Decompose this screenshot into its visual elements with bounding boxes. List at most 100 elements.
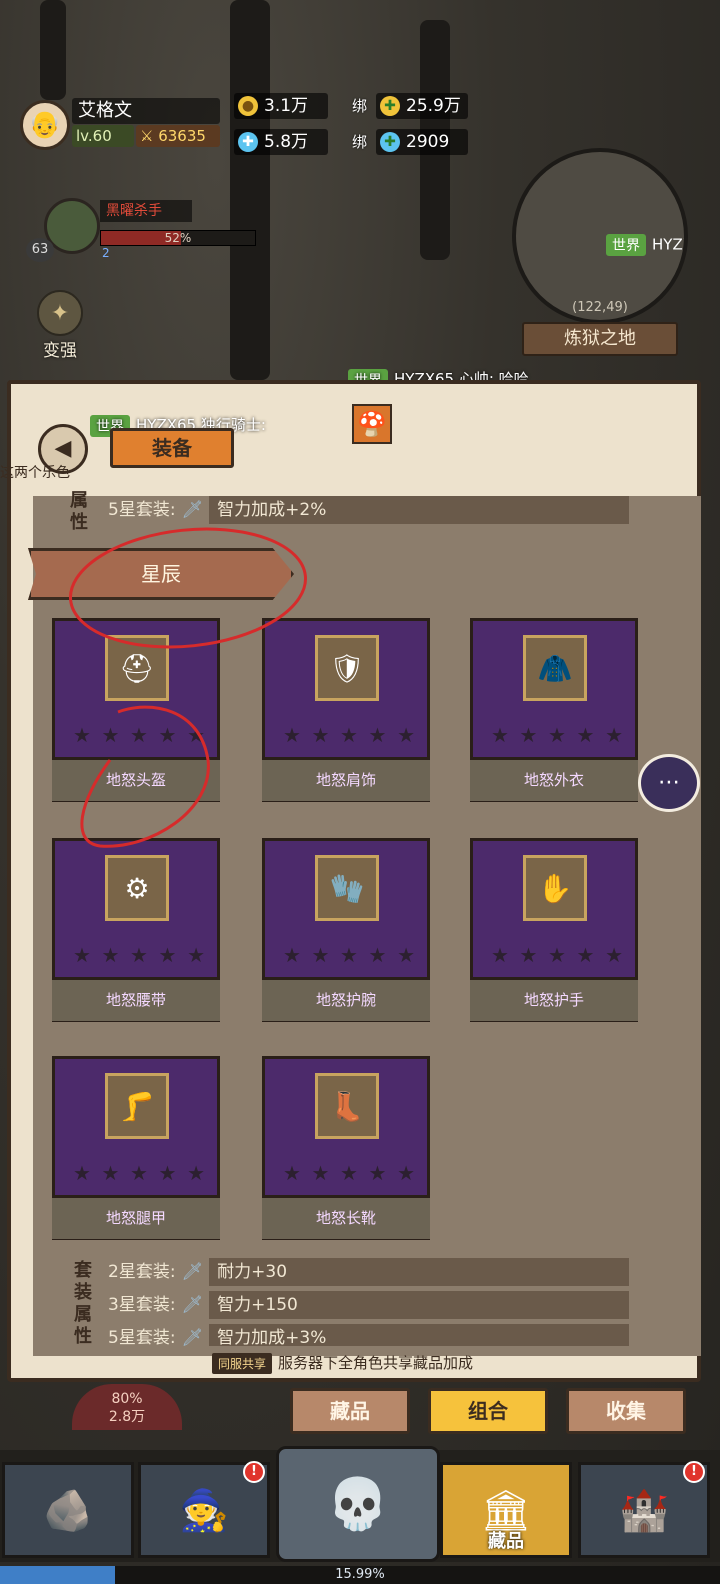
star-icon: ★: [491, 943, 509, 967]
bracer-icon: 🧤: [315, 855, 379, 921]
star-icon: ★: [311, 723, 330, 747]
set-bonus-row: 5星套装: 🗡 智力加成+3%: [108, 1324, 630, 1346]
star-icon: ★: [130, 723, 148, 747]
sword-icon: 🗡: [181, 1262, 204, 1282]
star-icon: ★: [283, 943, 301, 967]
star-icon: ★: [130, 943, 148, 967]
hp-amount: 2.8万: [108, 1409, 146, 1425]
diamond-plus-icon: ✚: [238, 132, 258, 152]
player-name: 艾格文: [72, 98, 220, 124]
tab-equipment[interactable]: 装备: [110, 428, 234, 468]
equipment-card[interactable]: 🦵 ★ ★ ★ ★ ★ 地怒腿甲: [52, 1056, 220, 1240]
star-icon: ★: [101, 723, 120, 747]
star-icon: ★: [340, 723, 358, 747]
star-icon: ★: [340, 1161, 358, 1185]
star-icon: ★: [491, 723, 509, 747]
set-bonus-value: 耐力+30: [209, 1258, 630, 1286]
star-icon: ★: [130, 1161, 148, 1185]
diamond-counter[interactable]: ✚ 5.8万: [234, 129, 328, 155]
player-avatar[interactable]: 👴: [20, 100, 70, 150]
back-caption: 这两个乐色: [0, 465, 70, 481]
equipment-name: 地怒腰带: [52, 977, 220, 1021]
set-bonus-label: 3星套装:: [108, 1295, 176, 1315]
sword-icon: 🗡: [181, 1295, 204, 1315]
minimap-player-name: HYZX6: [652, 235, 684, 254]
star-rating: ★ ★ ★ ★ ★: [283, 723, 415, 747]
dead-tree: [40, 0, 66, 100]
bottom-nav: 🪨 🧙 ! 💀 🏛 藏品 🏰 !: [0, 1446, 720, 1562]
star-icon: ★: [73, 943, 91, 967]
star-rating: ★ ★ ★ ★ ★: [283, 1161, 415, 1185]
nav-castle[interactable]: 🏰 !: [578, 1461, 710, 1558]
star-icon: ★: [605, 723, 623, 747]
star-icon: ★: [576, 723, 595, 747]
sword-icon: 🗡: [181, 1328, 204, 1346]
strengthen-button[interactable]: ✦ 变强: [30, 290, 90, 361]
nav-rune[interactable]: 🪨: [2, 1462, 134, 1558]
gauntlet-icon: ✋: [523, 855, 587, 921]
boss-hp-percent: 52%: [164, 231, 192, 245]
equipment-name: 地怒头盔: [52, 757, 220, 801]
equipment-card[interactable]: 🧤 ★ ★ ★ ★ ★ 地怒护腕: [262, 838, 430, 1022]
star-icon: ★: [73, 1161, 91, 1185]
boss-level: 63: [26, 238, 54, 262]
helmet-icon: ⛑: [105, 635, 169, 701]
set-bonus-row: 3星套装: 🗡 智力+150: [108, 1291, 630, 1319]
nav-battle[interactable]: 💀: [276, 1446, 440, 1562]
equipment-name: 地怒护腕: [262, 977, 430, 1021]
set-bonus-value: 智力加成+3%: [209, 1324, 630, 1346]
boss-hp-bar: 52%: [100, 230, 256, 246]
rock-rune-icon: 🪨: [43, 1487, 93, 1534]
star-icon: ★: [368, 943, 387, 967]
item-glyph: ✋: [537, 871, 573, 905]
tab-combination[interactable]: 组合: [428, 1388, 548, 1434]
star-icon: ★: [158, 1161, 177, 1185]
equipment-card[interactable]: 🧥 ★ ★ ★ ★ ★ 地怒外衣: [470, 618, 638, 802]
star-rating: ★ ★ ★ ★ ★: [491, 943, 623, 967]
bound-gold-counter[interactable]: 绑 ✚ 25.9万: [352, 93, 468, 119]
server-share-row: 同服共享 服务器下全角色共享藏品加成: [212, 1352, 473, 1376]
star-rating: ★ ★ ★ ★ ★: [73, 723, 205, 747]
star-icon: ★: [101, 943, 120, 967]
equipment-name: 地怒长靴: [262, 1195, 430, 1239]
star-rating: ★ ★ ★ ★ ★: [491, 723, 623, 747]
minimap[interactable]: 世界 HYZX6 (122,49): [512, 148, 688, 324]
equipment-name: 地怒腿甲: [52, 1195, 220, 1239]
star-icon: ★: [283, 1161, 301, 1185]
server-share-text: 服务器下全角色共享藏品加成: [278, 1354, 474, 1372]
tab-gather[interactable]: 收集: [566, 1388, 686, 1434]
star-icon: ★: [519, 943, 538, 967]
chat-bubble-button[interactable]: ⋯: [638, 754, 700, 812]
equipment-card[interactable]: ⚙ ★ ★ ★ ★ ★ 地怒腰带: [52, 838, 220, 1022]
star-icon: ★: [397, 723, 415, 747]
equipment-card[interactable]: ⛑ ★ ★ ★ ★ ★ 地怒头盔: [52, 618, 220, 802]
power-value: 63635: [158, 127, 206, 145]
equipment-name: 地怒护手: [470, 977, 638, 1021]
item-glyph: 🦵: [119, 1089, 155, 1123]
bound-diamond-plus-icon: ✚: [380, 132, 400, 152]
tab-collection[interactable]: 藏品: [290, 1388, 410, 1434]
bound-diamond-counter[interactable]: 绑 ✚ 2909: [352, 129, 468, 155]
attr-bonus-value: 智力加成+2%: [209, 496, 630, 524]
equipment-card[interactable]: 🛡 ★ ★ ★ ★ ★ 地怒肩饰: [262, 618, 430, 802]
dead-tree: [230, 0, 270, 380]
equipment-name: 地怒外衣: [470, 757, 638, 801]
star-icon: ★: [311, 943, 330, 967]
mushroom-emoji-icon: 🍄: [352, 404, 392, 444]
equipment-card[interactable]: ✋ ★ ★ ★ ★ ★ 地怒护手: [470, 838, 638, 1022]
nav-collection-label: 藏品: [488, 1531, 524, 1552]
gold-value: 3.1万: [264, 96, 309, 116]
star-icon: ★: [311, 1161, 330, 1185]
attr-bonus-row: 5星套装: 🗡 智力加成+2%: [108, 496, 630, 524]
bound-label: 绑: [352, 133, 368, 151]
nav-collection[interactable]: 🏛 藏品: [440, 1462, 572, 1558]
set-bonus-label: 2星套装:: [108, 1262, 176, 1282]
star-icon: ★: [158, 943, 177, 967]
equipment-card[interactable]: 👢 ★ ★ ★ ★ ★ 地怒长靴: [262, 1056, 430, 1240]
star-icon: ★: [340, 943, 358, 967]
section-banner-stars: 星辰: [28, 548, 294, 600]
minimap-player-label: 世界 HYZX6: [606, 234, 684, 256]
nav-hero[interactable]: 🧙 !: [138, 1461, 270, 1558]
server-share-badge: 同服共享: [212, 1353, 273, 1374]
gold-counter[interactable]: ● 3.1万: [234, 93, 328, 119]
